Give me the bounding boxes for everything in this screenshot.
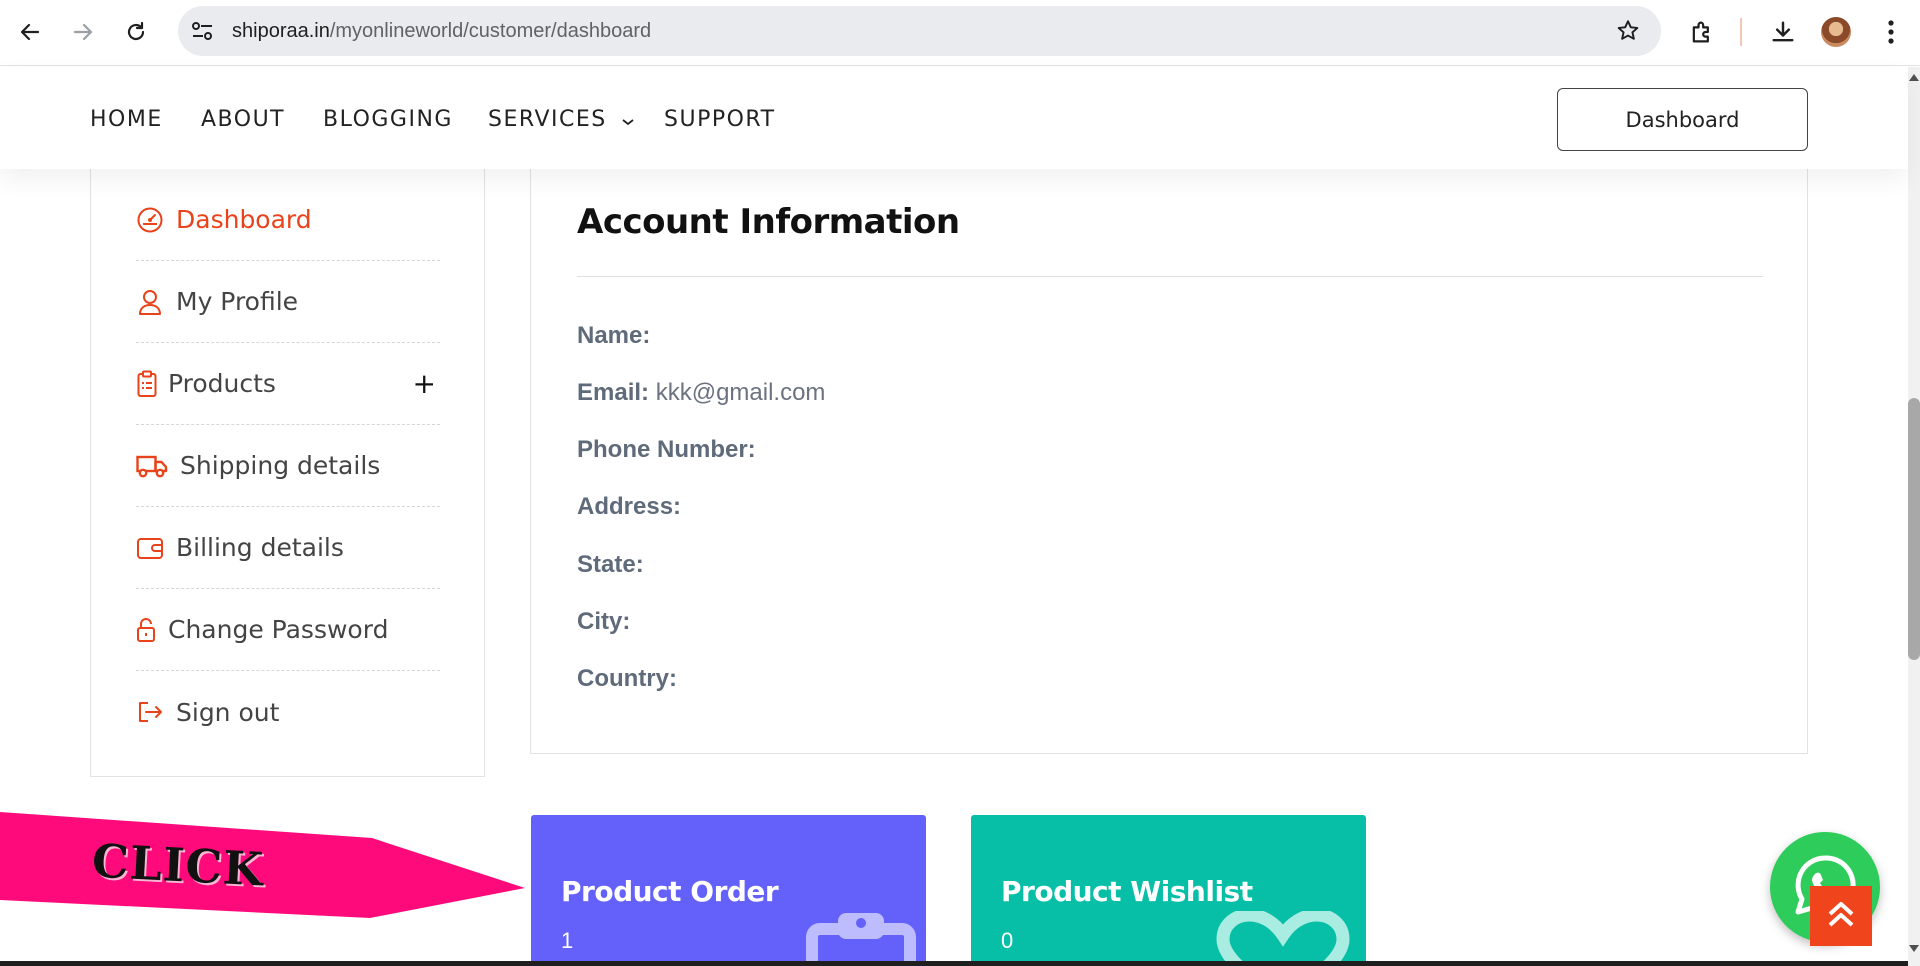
reload-icon[interactable]	[118, 14, 154, 50]
field-label: Country:	[577, 665, 677, 692]
scroll-to-top-button[interactable]	[1810, 886, 1872, 946]
card-count: 0	[1001, 928, 1014, 953]
page-scrollbar-thumb[interactable]	[1908, 398, 1920, 660]
sidebar-item-label: My Profile	[176, 287, 299, 316]
sidebar-item-dashboard[interactable]: Dashboard	[136, 179, 440, 261]
nav-services-label: SERVICES	[488, 107, 607, 132]
product-wishlist-card[interactable]: Product Wishlist 0	[971, 815, 1366, 966]
divider	[577, 276, 1763, 277]
sign-out-icon	[136, 698, 164, 726]
field-name: Name:	[577, 322, 650, 350]
sidebar-item-label: Change Password	[168, 615, 389, 644]
click-arrow-annotation	[0, 812, 525, 918]
speedometer-icon	[136, 206, 164, 234]
product-order-card[interactable]: Product Order 1	[531, 815, 926, 966]
dashboard-sidebar: Dashboard My Profile Products + Shipping…	[90, 160, 485, 777]
download-icon[interactable]	[1767, 16, 1799, 48]
click-label: CLICK	[90, 833, 266, 897]
nav-home[interactable]: HOME	[90, 107, 163, 132]
extensions-icon[interactable]	[1686, 16, 1718, 48]
double-chevron-up-icon	[1826, 898, 1856, 935]
toolbar-divider	[1740, 18, 1742, 46]
heart-icon	[1211, 908, 1355, 966]
field-country: Country:	[577, 665, 677, 693]
clipboard-icon	[806, 907, 916, 966]
truck-icon	[136, 452, 168, 480]
field-label: Name:	[577, 322, 651, 349]
user-icon	[136, 288, 164, 316]
back-icon[interactable]	[12, 14, 48, 50]
url-host: shiporaa.in	[232, 20, 330, 42]
clipboard-icon	[136, 370, 158, 398]
field-label: Address:	[577, 493, 682, 520]
sidebar-item-label: Dashboard	[176, 205, 312, 234]
field-label: Phone Number:	[577, 436, 756, 463]
dashboard-button[interactable]: Dashboard	[1557, 88, 1808, 151]
sidebar-item-billing-details[interactable]: Billing details	[136, 507, 440, 589]
address-bar[interactable]: shiporaa.in/myonlineworld/customer/dashb…	[178, 6, 1661, 56]
sidebar-item-shipping-details[interactable]: Shipping details	[136, 425, 440, 507]
url-text[interactable]: shiporaa.in/myonlineworld/customer/dashb…	[232, 20, 651, 43]
sidebar-item-sign-out[interactable]: Sign out	[136, 671, 440, 753]
field-label: City:	[577, 608, 631, 635]
scroll-down-arrow-icon[interactable]	[1908, 944, 1920, 954]
field-label: State:	[577, 551, 644, 578]
wallet-icon	[136, 534, 164, 562]
nav-about[interactable]: ABOUT	[201, 107, 285, 132]
chevron-down-icon	[621, 108, 635, 133]
field-email: Email: kkk@gmail.com	[577, 379, 825, 407]
sidebar-item-label: Products	[168, 369, 276, 398]
site-settings-icon[interactable]	[190, 19, 216, 43]
window-bottom-edge	[0, 961, 1908, 966]
bookmark-star-icon[interactable]	[1615, 18, 1641, 44]
sidebar-item-products[interactable]: Products +	[136, 343, 440, 425]
card-count: 1	[561, 928, 574, 953]
card-title: Product Wishlist	[1001, 875, 1253, 908]
field-address: Address:	[577, 493, 681, 521]
forward-icon[interactable]	[65, 14, 101, 50]
field-phone: Phone Number:	[577, 436, 756, 464]
field-label: Email:	[577, 379, 650, 406]
lock-icon	[136, 616, 156, 644]
site-header: HOME ABOUT BLOGGING SERVICES SUPPORT Das…	[0, 67, 1908, 169]
card-title: Product Order	[561, 875, 779, 908]
field-value: kkk@gmail.com	[655, 379, 826, 406]
url-path: /myonlineworld/customer/dashboard	[329, 20, 652, 42]
expand-plus-icon[interactable]: +	[413, 367, 436, 400]
nav-support[interactable]: SUPPORT	[664, 107, 776, 132]
field-state: State:	[577, 551, 644, 579]
sidebar-item-label: Sign out	[176, 697, 280, 727]
account-information-panel: Account Information Name: Email: kkk@gma…	[530, 160, 1808, 754]
nav-blogging[interactable]: BLOGGING	[323, 107, 453, 132]
scroll-up-arrow-icon[interactable]	[1908, 72, 1920, 82]
sidebar-item-label: Billing details	[176, 533, 344, 562]
sidebar-item-label: Shipping details	[180, 451, 381, 480]
browser-toolbar: shiporaa.in/myonlineworld/customer/dashb…	[0, 0, 1920, 66]
menu-kebab-icon[interactable]	[1875, 16, 1907, 48]
nav-services[interactable]: SERVICES	[488, 107, 635, 133]
sidebar-item-my-profile[interactable]: My Profile	[136, 261, 440, 343]
account-title: Account Information	[577, 202, 960, 242]
profile-avatar[interactable]	[1821, 17, 1851, 47]
field-city: City:	[577, 608, 630, 636]
sidebar-item-change-password[interactable]: Change Password	[136, 589, 440, 671]
